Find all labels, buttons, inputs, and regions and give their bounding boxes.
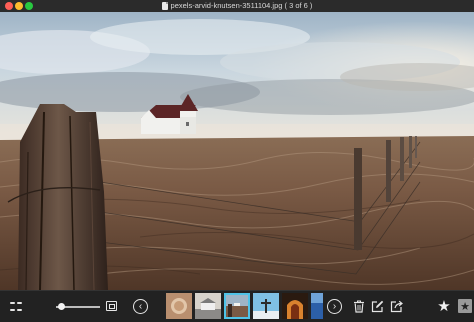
zoom-slider[interactable] [56, 303, 100, 310]
previous-button[interactable]: ‹ [133, 299, 148, 314]
star-icon[interactable]: ★ [436, 297, 452, 315]
thumbnail-image [253, 293, 279, 319]
fit-to-window-icon[interactable] [106, 301, 117, 311]
bottom-toolbar: ‹ › ★ ★ [0, 290, 474, 322]
star-glyph: ★ [437, 298, 451, 315]
thumbnail-image [226, 295, 248, 317]
thumbnail-image [166, 293, 192, 319]
preview-window: pexels-arvid-knutsen-3511104.jpg ( 3 of … [0, 0, 474, 322]
thumbnail-2[interactable] [195, 293, 221, 319]
thumbnail-6[interactable] [311, 293, 323, 319]
share-icon[interactable] [390, 300, 403, 313]
thumbnail-3-current[interactable] [224, 293, 250, 319]
grid-cell [10, 301, 15, 304]
zoom-slider-knob[interactable] [57, 303, 65, 310]
grid-icon[interactable] [9, 300, 23, 314]
photo-viewport[interactable] [0, 12, 474, 290]
grid-cell [17, 308, 22, 311]
chevron-left-icon: ‹ [138, 301, 143, 312]
edit-icon[interactable] [371, 300, 384, 313]
thumbnail-image [195, 293, 221, 319]
window-title: pexels-arvid-knutsen-3511104.jpg ( 3 of … [0, 0, 474, 12]
thumbnail-5[interactable] [282, 293, 308, 319]
favorite-glyph: ★ [460, 300, 470, 313]
favorite-icon[interactable]: ★ [458, 299, 472, 313]
next-button[interactable]: › [327, 299, 342, 314]
grid-cell [17, 301, 22, 304]
thumbnail-4[interactable] [253, 293, 279, 319]
thumbnail-image [282, 293, 308, 319]
window-title-text: pexels-arvid-knutsen-3511104.jpg ( 3 of … [170, 1, 313, 10]
trash-icon[interactable] [353, 300, 365, 313]
photo-image [0, 12, 474, 290]
chevron-right-icon: › [332, 301, 337, 312]
thumbnail-image [311, 293, 323, 319]
file-icon [161, 2, 168, 10]
thumbnail-1[interactable] [166, 293, 192, 319]
grid-cell [10, 308, 15, 311]
